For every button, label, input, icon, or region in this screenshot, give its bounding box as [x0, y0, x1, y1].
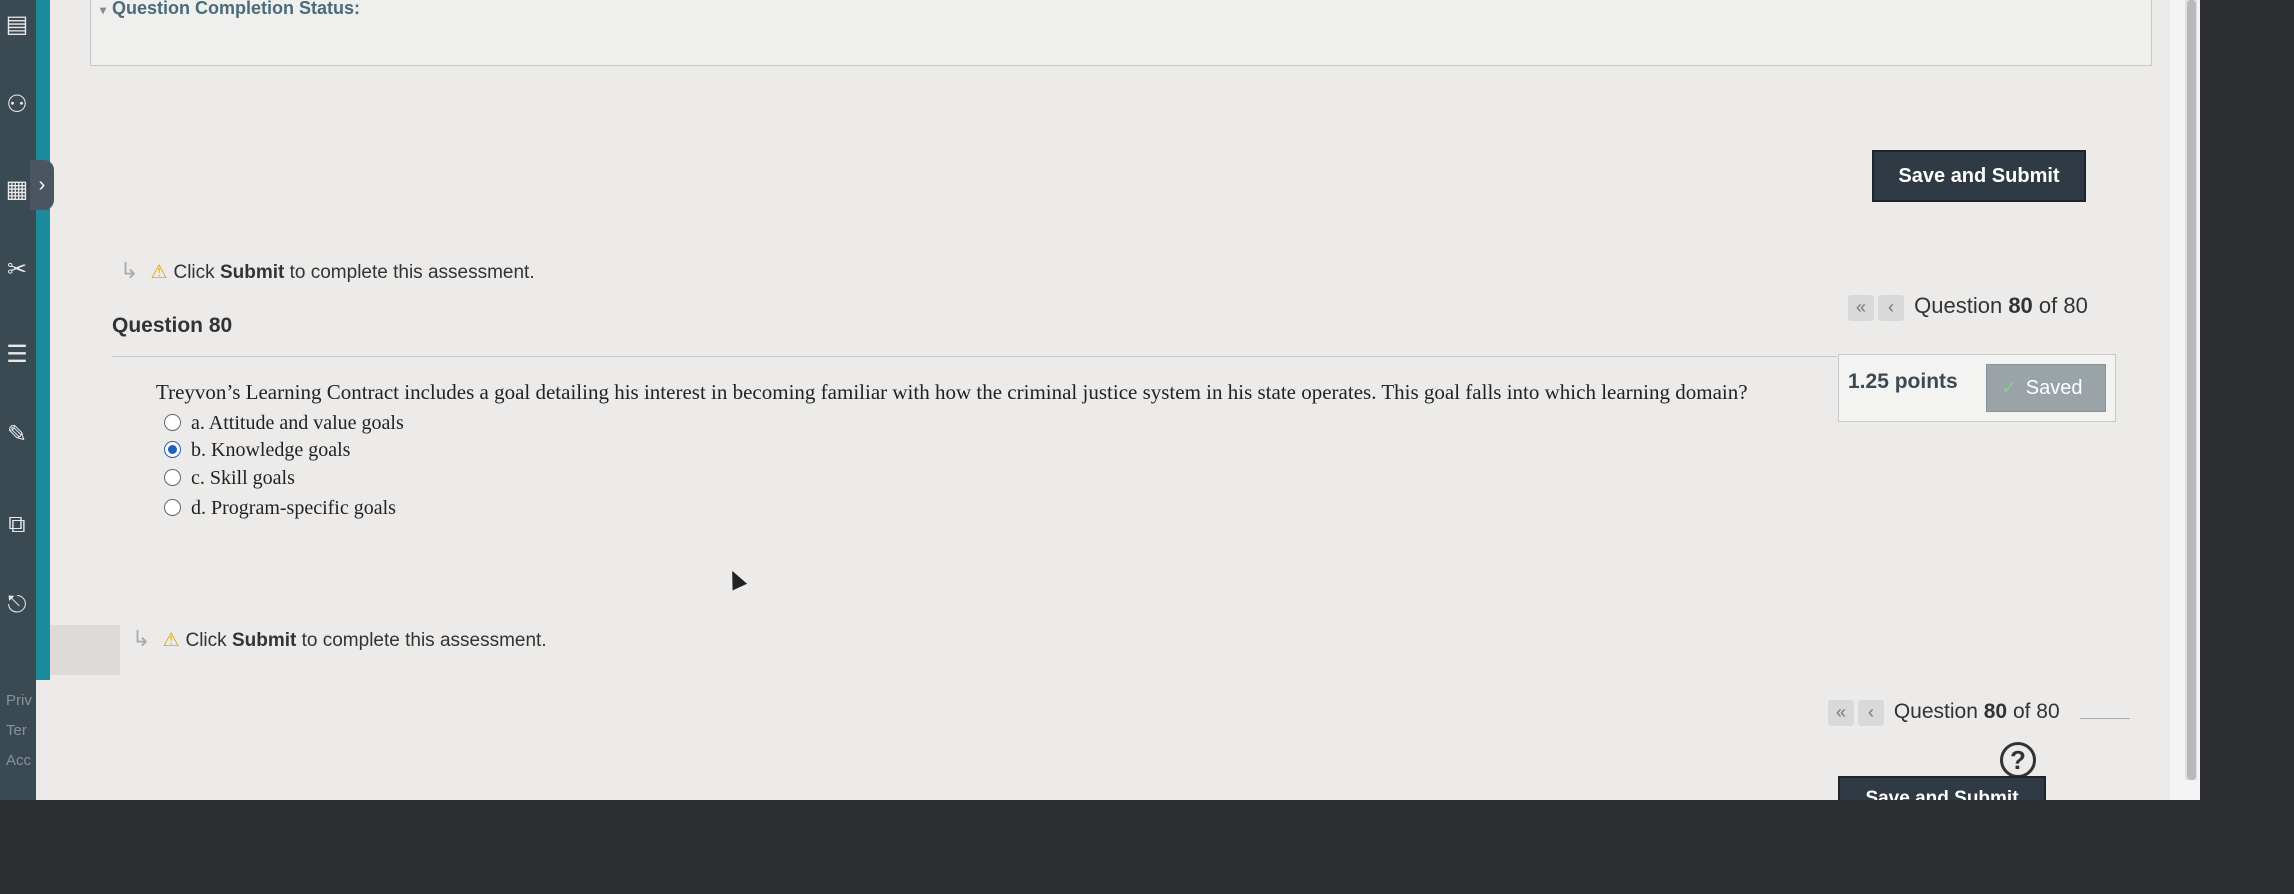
warning-icon-bottom: ⚠ [162, 630, 180, 651]
logout-icon[interactable]: ⎋ [2, 590, 32, 620]
browser-viewport: ▤ ⚇ ▦ ✂ ☰ ✎ ⧉ ⎋ › Priv Ter Acc ▾ Question… [0, 0, 2200, 800]
radio-d[interactable] [164, 498, 181, 516]
course-menu-strip [0, 0, 36, 800]
grid-icon[interactable]: ▦ [2, 175, 32, 205]
accessibility-link[interactable]: Acc [6, 752, 31, 769]
submit-notice-top: ↳ ⚠ Click Submit to complete this assessme… [120, 258, 535, 284]
answer-option-b[interactable]: b. Knowledge goals [164, 436, 350, 464]
compose-icon[interactable]: ⧉ [2, 510, 32, 540]
question-divider [112, 356, 1837, 357]
radio-b-selected[interactable] [164, 440, 181, 458]
bottom-divider [2080, 718, 2130, 719]
question-nav-prefix-bottom: Question [1893, 700, 1978, 723]
notice-prefix-bottom: Click [185, 630, 227, 651]
question-navigation-bottom: «‹ Question 80 of 80 [1828, 700, 2060, 726]
answer-option-c-label: c. Skill goals [191, 467, 295, 489]
tools-icon[interactable]: ✂ [2, 255, 32, 285]
notice-bold: Submit [219, 262, 285, 283]
saved-status-badge: ✓ Saved [1986, 364, 2106, 412]
radio-a[interactable] [164, 413, 181, 431]
question-completion-status-label: Question Completion Status: [112, 0, 361, 18]
help-icon[interactable]: ? [2000, 742, 2036, 778]
answer-option-a[interactable]: a. Attitude and value goals [164, 409, 404, 437]
scrollbar-thumb[interactable] [2187, 0, 2196, 780]
answer-option-d-label: d. Program-specific goals [191, 497, 396, 519]
content-edge [50, 625, 120, 675]
return-arrow-icon-bottom: ↳ [132, 626, 151, 651]
previous-question-icon[interactable]: ‹ [1878, 295, 1904, 321]
expand-menu-button[interactable]: › [30, 160, 54, 210]
question-nav-current-bottom: 80 [1983, 700, 2008, 723]
question-nav-current: 80 [2008, 293, 2033, 318]
menu-icon[interactable]: ▤ [2, 10, 32, 40]
return-arrow-icon: ↳ [120, 258, 139, 283]
answer-option-a-label: a. Attitude and value goals [191, 412, 404, 434]
submit-notice-bottom: ↳ ⚠ Click Submit to complete this assessme… [132, 626, 547, 652]
radio-c[interactable] [164, 468, 181, 486]
warning-icon: ⚠ [150, 262, 168, 283]
question-nav-total: of 80 [2038, 293, 2088, 318]
answer-option-c[interactable]: c. Skill goals [164, 464, 295, 492]
previous-question-icon-bottom[interactable]: ‹ [1858, 700, 1884, 726]
question-nav-total-bottom: of 80 [2012, 700, 2060, 723]
chevron-down-icon: ▾ [100, 3, 107, 17]
question-nav-prefix: Question [1914, 293, 2003, 318]
answer-option-d[interactable]: d. Program-specific goals [164, 494, 396, 522]
question-completion-status-panel [90, 0, 2152, 66]
list-icon[interactable]: ☰ [2, 340, 32, 370]
answer-option-b-label: b. Knowledge goals [191, 439, 351, 461]
mouse-cursor-icon [724, 567, 748, 591]
question-completion-status-toggle[interactable]: ▾ Question Completion Status: [100, 0, 360, 19]
first-question-icon-bottom[interactable]: « [1828, 700, 1854, 726]
question-title: Question 80 [112, 314, 233, 337]
first-question-icon[interactable]: « [1848, 295, 1874, 321]
notice-prefix: Click [173, 262, 215, 283]
notice-bold-bottom: Submit [231, 630, 297, 651]
save-and-submit-button-bottom[interactable]: Save and Submit [1838, 776, 2046, 800]
question-text: Treyvon’s Learning Contract includes a g… [156, 380, 1748, 404]
question-navigation-top: «‹ Question 80 of 80 [1848, 293, 2088, 321]
users-icon[interactable]: ⚇ [2, 90, 32, 120]
chevron-right-icon: › [38, 174, 46, 196]
save-and-submit-button-top[interactable]: Save and Submit [1872, 150, 2086, 202]
edit-icon[interactable]: ✎ [2, 420, 32, 450]
sidebar-accent-bar [36, 0, 50, 680]
checkmark-icon: ✓ [2001, 377, 2018, 399]
privacy-link[interactable]: Priv [6, 692, 32, 709]
terms-link[interactable]: Ter [6, 722, 27, 739]
notice-suffix-bottom: to complete this assessment. [301, 630, 547, 651]
saved-label: Saved [2025, 377, 2083, 399]
notice-suffix: to complete this assessment. [289, 262, 535, 283]
